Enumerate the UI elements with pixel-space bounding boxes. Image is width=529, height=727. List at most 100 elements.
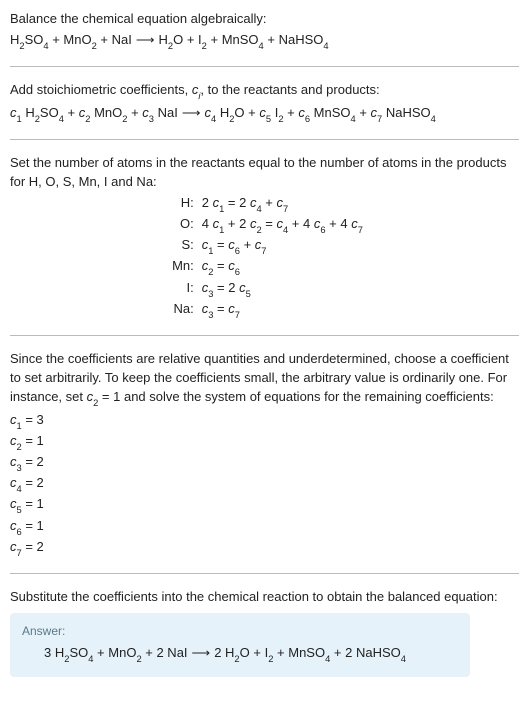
row-eq-o: 4 c1 + 2 c2 = c4 + 4 c6 + 4 c7 — [202, 215, 519, 236]
row-label-s: S: — [16, 236, 194, 257]
t: 4 — [211, 114, 216, 124]
coef-line: c6 = 1 — [10, 517, 519, 538]
t: = — [262, 216, 277, 231]
t: 3 — [149, 114, 154, 124]
t: 2 — [202, 41, 207, 51]
t: = 1 — [22, 518, 44, 533]
t: c — [228, 258, 235, 273]
coef-line: c4 = 2 — [10, 474, 519, 495]
t: c — [351, 216, 358, 231]
t: + — [262, 195, 277, 210]
t: 2 — [278, 114, 283, 124]
t: H — [159, 32, 168, 47]
t: MnSO — [314, 105, 351, 120]
t: 2 — [202, 195, 213, 210]
t: = 2 — [22, 539, 44, 554]
t: c — [10, 433, 17, 448]
answer-label: Answer: — [22, 623, 458, 640]
t: 6 — [320, 225, 325, 235]
t: c — [142, 105, 149, 120]
row-label-h: H: — [16, 194, 194, 215]
t: + — [264, 32, 279, 47]
t: = 2 — [22, 475, 44, 490]
row-label-mn: Mn: — [16, 257, 194, 278]
t: + 4 — [326, 216, 352, 231]
sec3-intro: Set the number of atoms in the reactants… — [10, 154, 519, 192]
t: 3 — [17, 463, 22, 473]
t: 4 — [325, 654, 330, 664]
t: + — [240, 237, 255, 252]
t: 7 — [17, 548, 22, 558]
t: 2 — [35, 114, 40, 124]
t: c — [10, 412, 17, 427]
t: = 1 — [98, 389, 120, 404]
arrow-icon: ⟶ — [188, 645, 215, 660]
t: c — [10, 539, 17, 554]
t: 4 — [259, 41, 264, 51]
t: , to the reactants and products: — [200, 82, 379, 97]
t: 4 — [17, 484, 22, 494]
atoms-equations: H: 2 c1 = 2 c4 + c7 O: 4 c1 + 2 c2 = c4 … — [16, 194, 519, 321]
t: 2 — [64, 654, 69, 664]
t: = — [213, 258, 228, 273]
row-label-i: I: — [16, 279, 194, 300]
t: 7 — [358, 225, 363, 235]
t: MnSO — [222, 32, 259, 47]
t: 2 — [136, 654, 141, 664]
t: NaI — [158, 105, 178, 120]
t: + — [284, 105, 299, 120]
row-eq-na: c3 = c7 — [202, 300, 519, 321]
t: MnO — [108, 645, 136, 660]
t: and solve the system of equations for th… — [120, 389, 493, 404]
t: c — [10, 496, 17, 511]
t: NaHSO — [386, 105, 431, 120]
arrow-icon: ⟶ — [178, 105, 205, 120]
t: c — [239, 280, 246, 295]
row-eq-s: c1 = c6 + c7 — [202, 236, 519, 257]
t: H — [220, 105, 229, 120]
t: 2 — [234, 654, 239, 664]
t: 4 — [202, 216, 213, 231]
row-eq-mn: c2 = c6 — [202, 257, 519, 278]
t: = 1 — [22, 496, 44, 511]
t: 7 — [283, 204, 288, 214]
t: + — [273, 645, 288, 660]
row-eq-i: c3 = 2 c5 — [202, 279, 519, 300]
t: 2 — [92, 41, 97, 51]
t: 7 — [235, 310, 240, 320]
t: NaI — [112, 32, 132, 47]
t: + — [93, 645, 108, 660]
row-eq-h: 2 c1 = 2 c4 + c7 — [202, 194, 519, 215]
t: 1 — [208, 246, 213, 256]
t: O — [234, 105, 244, 120]
t: c — [10, 518, 17, 533]
t: 4 — [283, 225, 288, 235]
t: c — [276, 195, 283, 210]
t: 4 — [431, 114, 436, 124]
t: + — [49, 32, 64, 47]
t: 6 — [17, 527, 22, 537]
sec5-intro: Substitute the coefficients into the che… — [10, 588, 519, 607]
t: 2 — [93, 398, 98, 408]
sec1-title: Balance the chemical equation algebraica… — [10, 10, 519, 29]
t: 5 — [266, 114, 271, 124]
t: MnO — [94, 105, 122, 120]
t: = — [213, 301, 228, 316]
t: 5 — [246, 289, 251, 299]
t: = 2 — [213, 280, 239, 295]
t: c — [204, 105, 211, 120]
t: 2 — [256, 225, 261, 235]
row-label-o: O: — [16, 215, 194, 236]
t: 6 — [305, 114, 310, 124]
t: c — [228, 237, 235, 252]
coef-line: c5 = 1 — [10, 495, 519, 516]
t: 5 — [17, 505, 22, 515]
t: H — [10, 32, 19, 47]
answer-box: Answer: 3 H2SO4 + MnO2 + 2 NaI⟶2 H2O + I… — [10, 613, 470, 678]
t: = 3 — [22, 412, 44, 427]
t: 4 — [88, 654, 93, 664]
coef-line: c3 = 2 — [10, 453, 519, 474]
t: 2 — [208, 267, 213, 277]
t: 4 — [256, 204, 261, 214]
t: 7 — [377, 114, 382, 124]
